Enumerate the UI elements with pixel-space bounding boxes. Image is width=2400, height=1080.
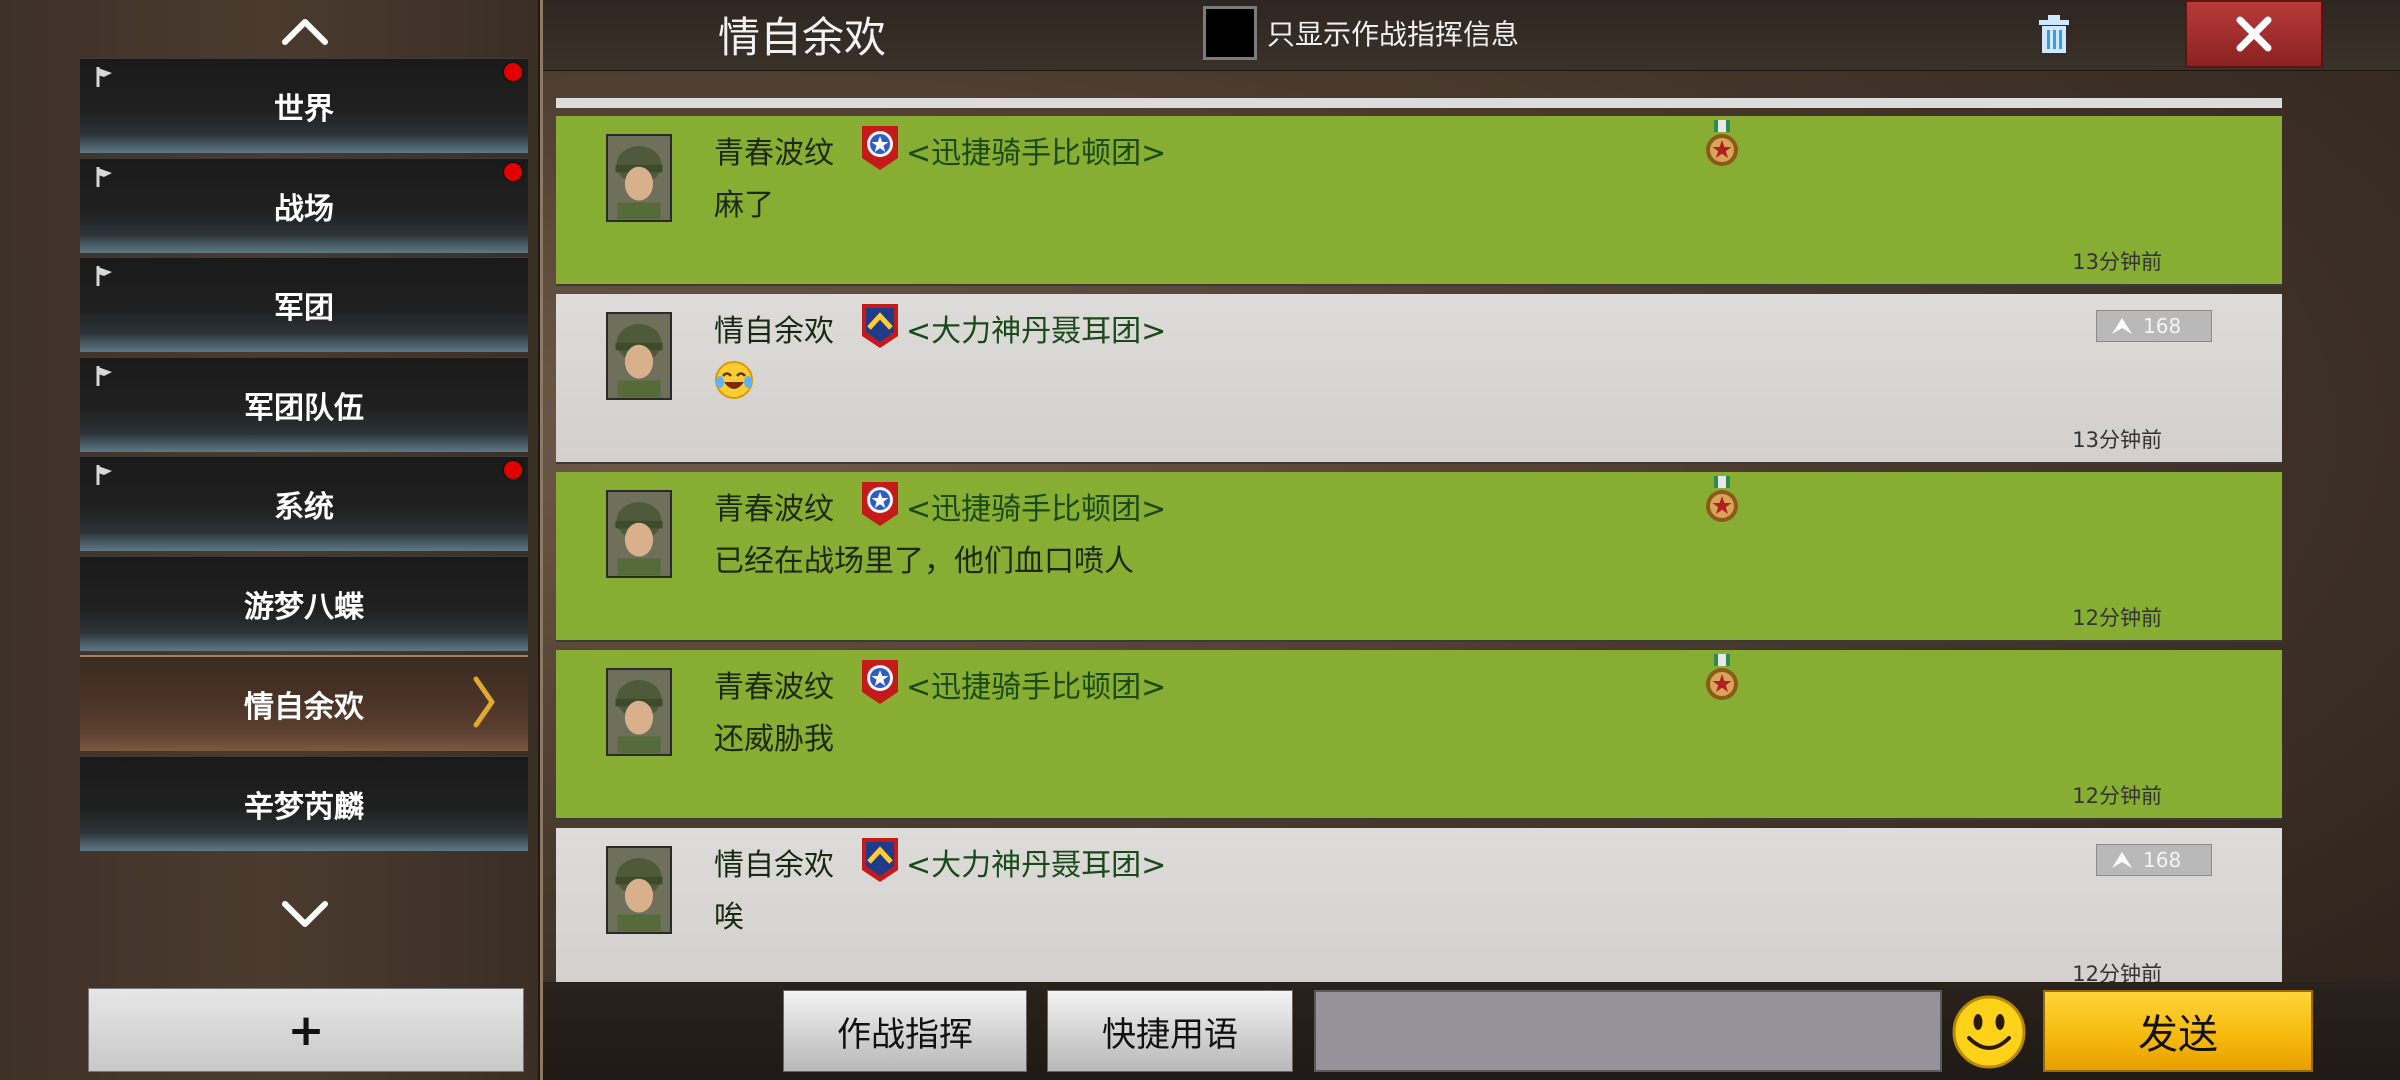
chat-header: 情自余欢 只显示作战指挥信息 [543, 0, 2400, 71]
active-arrow-icon [473, 676, 495, 728]
rank-arrow-icon [2112, 852, 2132, 868]
tears-of-joy-emoji-icon [715, 361, 753, 399]
star-shield-icon [862, 660, 898, 704]
guild-name[interactable]: <大力神丹聂耳团> [906, 840, 1166, 884]
soldier-avatar[interactable] [606, 312, 672, 400]
channel-label: 游梦八蝶 [244, 589, 364, 625]
command-filter-toggle[interactable]: 只显示作战指挥信息 [1203, 6, 1519, 60]
medal-icon [1706, 476, 1738, 522]
rank-badge: 168 [2096, 844, 2212, 876]
soldier-avatar[interactable] [606, 668, 672, 756]
quick-phrases-button[interactable]: 快捷用语 [1047, 990, 1293, 1072]
channel-item-world[interactable]: 世界 [80, 58, 528, 153]
message-time: 12分钟前 [2072, 784, 2162, 808]
soldier-avatar[interactable] [606, 134, 672, 222]
unread-dot-icon [504, 162, 522, 181]
rank-value: 168 [2143, 314, 2182, 338]
guild-name[interactable]: <迅捷骑手比顿团> [906, 662, 1166, 706]
chat-message: 青春波纹 <迅捷骑手比顿团> 已经在战场里了，他们血口喷人 12分钟前 [556, 472, 2282, 642]
chat-message: 情自余欢 <大力神丹聂耳团> 168 13分钟前 [556, 294, 2282, 464]
rank-badge: 168 [2096, 310, 2212, 342]
sender-name[interactable]: 青春波纹 [714, 662, 834, 706]
smiley-emoji-icon[interactable] [1951, 994, 2027, 1070]
soldier-avatar[interactable] [606, 846, 672, 934]
add-channel-button[interactable]: + [88, 988, 524, 1072]
pin-icon [96, 166, 112, 187]
message-time: 13分钟前 [2072, 428, 2162, 452]
channel-item-private-1[interactable]: 游梦八蝶 [80, 555, 528, 651]
message-text: 还威胁我 [714, 722, 834, 757]
guild-name[interactable]: <迅捷骑手比顿团> [906, 128, 1166, 172]
medal-icon [1706, 120, 1738, 166]
channel-sidebar: 世界 战场 军团 军团队伍 系统 游梦八蝶 情自余欢 辛梦芮麟 + [0, 0, 543, 1080]
channel-item-battlefield[interactable]: 战场 [80, 157, 528, 253]
channel-label: 世界 [274, 92, 334, 127]
pin-icon [96, 465, 112, 485]
page-title: 情自余欢 [718, 13, 887, 62]
channel-item-legion[interactable]: 军团 [80, 257, 528, 352]
sender-name[interactable]: 青春波纹 [714, 484, 834, 528]
message-input[interactable] [1314, 990, 1942, 1072]
unread-dot-icon [504, 63, 522, 81]
guild-name[interactable]: <大力神丹聂耳团> [906, 306, 1166, 350]
chevron-shield-icon [862, 838, 898, 882]
rank-value: 168 [2143, 848, 2182, 872]
sender-name[interactable]: 情自余欢 [714, 840, 834, 884]
chat-message: 青春波纹 <迅捷骑手比顿团> 麻了 13分钟前 [556, 116, 2282, 286]
pin-icon [96, 365, 112, 386]
message-text: 唉 [714, 900, 744, 935]
chat-message: 青春波纹 <迅捷骑手比顿团> 还威胁我 12分钟前 [556, 650, 2282, 820]
chevron-shield-icon [862, 304, 898, 348]
channel-label: 情自余欢 [244, 690, 364, 725]
message-time: 13分钟前 [2072, 250, 2162, 274]
battle-command-button[interactable]: 作战指挥 [783, 990, 1027, 1072]
channel-list: 世界 战场 军团 军团队伍 系统 游梦八蝶 情自余欢 辛梦芮麟 [80, 58, 528, 855]
channel-label: 军团 [274, 291, 334, 326]
channel-label: 军团队伍 [244, 390, 364, 426]
unread-dot-icon [504, 461, 522, 479]
channel-label: 辛梦芮麟 [244, 789, 364, 825]
message-time: 12分钟前 [2072, 962, 2162, 984]
message-text: 已经在战场里了，他们血口喷人 [714, 544, 1134, 579]
channel-label: 系统 [274, 490, 334, 525]
close-icon [2236, 16, 2272, 52]
chat-top-divider [556, 98, 2282, 108]
sender-name[interactable]: 情自余欢 [714, 306, 834, 350]
channel-item-system[interactable]: 系统 [80, 456, 528, 551]
channel-item-legion-team[interactable]: 军团队伍 [80, 356, 528, 452]
guild-name[interactable]: <迅捷骑手比顿团> [906, 484, 1166, 528]
message-time: 12分钟前 [2072, 606, 2162, 630]
channel-item-private-2[interactable]: 辛梦芮麟 [80, 755, 528, 851]
channel-item-private-active[interactable]: 情自余欢 [80, 655, 528, 751]
channel-label: 战场 [274, 191, 334, 227]
send-button[interactable]: 发送 [2043, 990, 2313, 1072]
command-filter-checkbox[interactable] [1203, 6, 1257, 60]
pin-icon [96, 266, 112, 286]
scroll-up-chevron-icon[interactable] [280, 16, 330, 46]
star-shield-icon [862, 126, 898, 170]
trash-icon[interactable] [2035, 14, 2073, 54]
chat-message-list[interactable]: 青春波纹 <迅捷骑手比顿团> 麻了 13分钟前 情自余欢 <大力神丹聂耳团> 1… [556, 98, 2282, 984]
sender-name[interactable]: 青春波纹 [714, 128, 834, 172]
close-button[interactable] [2185, 0, 2323, 68]
rank-arrow-icon [2112, 318, 2132, 334]
star-shield-icon [862, 482, 898, 526]
pin-icon [96, 67, 112, 87]
message-text: 麻了 [714, 188, 774, 223]
command-filter-label: 只显示作战指挥信息 [1267, 18, 1520, 51]
scroll-down-chevron-icon[interactable] [280, 900, 330, 930]
medal-icon [1706, 654, 1738, 700]
chat-message: 情自余欢 <大力神丹聂耳团> 168 唉 12分钟前 [556, 828, 2282, 984]
chat-input-bar: 作战指挥 快捷用语 发送 [543, 982, 2400, 1080]
soldier-avatar[interactable] [606, 490, 672, 578]
